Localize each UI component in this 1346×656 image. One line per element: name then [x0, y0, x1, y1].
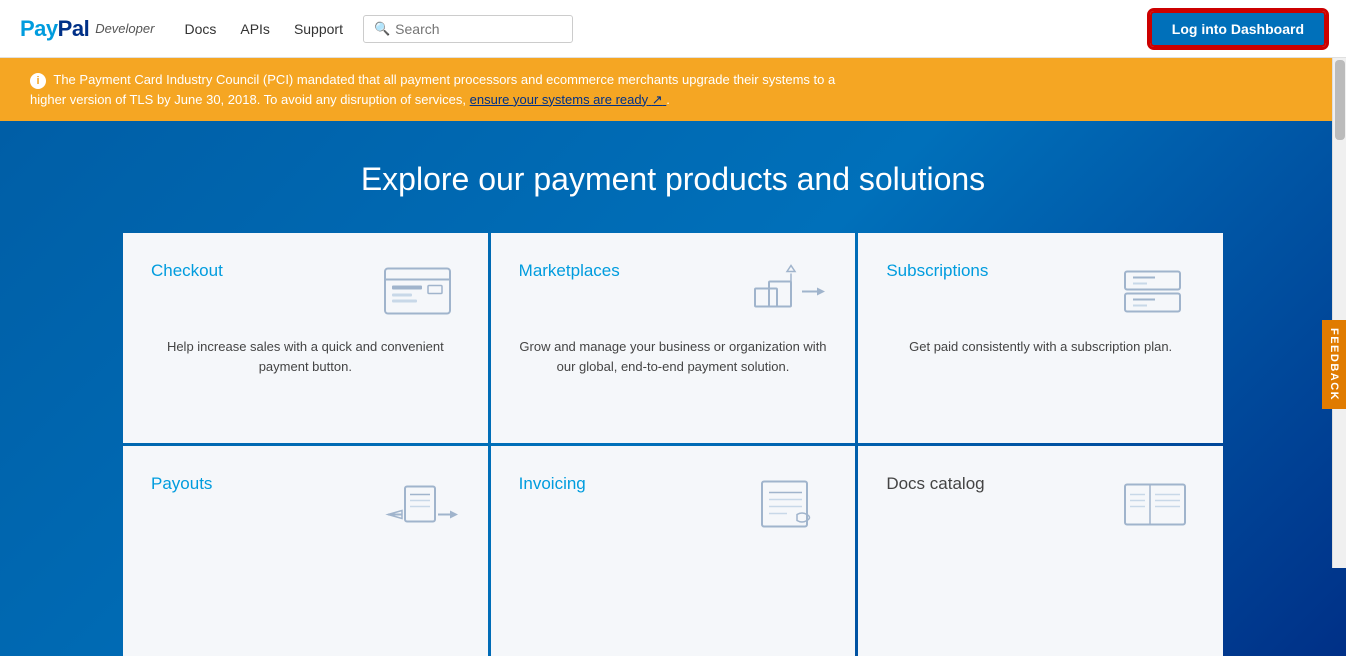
nav-apis[interactable]: APIs: [240, 21, 270, 37]
card-marketplaces-desc: Grow and manage your business or organiz…: [519, 337, 828, 376]
nav-support[interactable]: Support: [294, 21, 343, 37]
search-icon: 🔍: [374, 21, 390, 37]
logo[interactable]: PayPal Developer: [20, 16, 154, 42]
nav-links: Docs APIs Support: [184, 21, 343, 37]
card-payouts[interactable]: Payouts: [123, 446, 488, 656]
feedback-wrapper: FEEDBACK: [1322, 320, 1346, 409]
card-checkout-desc: Help increase sales with a quick and con…: [151, 337, 460, 376]
invoicing-icon: [747, 474, 827, 534]
card-invoicing-title: Invoicing: [519, 474, 586, 494]
login-dashboard-button[interactable]: Log into Dashboard: [1150, 11, 1326, 47]
card-docs-catalog[interactable]: Docs catalog: [858, 446, 1223, 656]
card-marketplaces-title: Marketplaces: [519, 261, 620, 281]
feedback-button[interactable]: FEEDBACK: [1322, 320, 1346, 409]
card-subscriptions-header: Subscriptions: [886, 261, 1195, 321]
alert-text-2: higher version of TLS by June 30, 2018. …: [30, 92, 670, 107]
card-checkout[interactable]: Checkout Help increase sales with a quic…: [123, 233, 488, 443]
marketplace-icon: [747, 261, 827, 321]
external-link-icon: ↗: [652, 92, 663, 107]
card-payouts-title: Payouts: [151, 474, 212, 494]
card-payouts-header: Payouts: [151, 474, 460, 534]
card-marketplaces[interactable]: Marketplaces Grow and manage your busine…: [491, 233, 856, 443]
card-marketplaces-header: Marketplaces: [519, 261, 828, 321]
payouts-icon: [380, 474, 460, 534]
card-checkout-title: Checkout: [151, 261, 223, 281]
card-invoicing-header: Invoicing: [519, 474, 828, 534]
alert-link[interactable]: ensure your systems are ready ↗: [470, 92, 667, 107]
paypal-logo-text: PayPal: [20, 16, 89, 42]
search-input[interactable]: [395, 21, 562, 37]
card-subscriptions-desc: Get paid consistently with a subscriptio…: [886, 337, 1195, 357]
search-box[interactable]: 🔍: [363, 15, 573, 43]
card-subscriptions-title: Subscriptions: [886, 261, 988, 281]
scrollbar-thumb[interactable]: [1335, 60, 1345, 140]
logo-pay: Pay: [20, 16, 58, 41]
checkout-icon: [380, 261, 460, 321]
card-checkout-header: Checkout: [151, 261, 460, 321]
card-docs-catalog-header: Docs catalog: [886, 474, 1195, 534]
alert-text-1: The Payment Card Industry Council (PCI) …: [53, 72, 835, 87]
cards-grid: Checkout Help increase sales with a quic…: [123, 233, 1223, 656]
hero-title: Explore our payment products and solutio…: [20, 161, 1326, 198]
logo-developer: Developer: [95, 21, 154, 36]
scrollbar[interactable]: [1332, 58, 1346, 568]
logo-pal: Pal: [58, 16, 90, 41]
info-icon: i: [30, 73, 46, 89]
card-subscriptions[interactable]: Subscriptions Get paid consistently with…: [858, 233, 1223, 443]
subscriptions-icon: [1115, 261, 1195, 321]
docs-catalog-icon: [1115, 474, 1195, 534]
alert-banner: i The Payment Card Industry Council (PCI…: [0, 58, 1346, 121]
nav-docs[interactable]: Docs: [184, 21, 216, 37]
card-docs-catalog-title: Docs catalog: [886, 474, 984, 494]
navbar: PayPal Developer Docs APIs Support 🔍 Log…: [0, 0, 1346, 58]
hero-section: Explore our payment products and solutio…: [0, 121, 1346, 656]
card-invoicing[interactable]: Invoicing: [491, 446, 856, 656]
